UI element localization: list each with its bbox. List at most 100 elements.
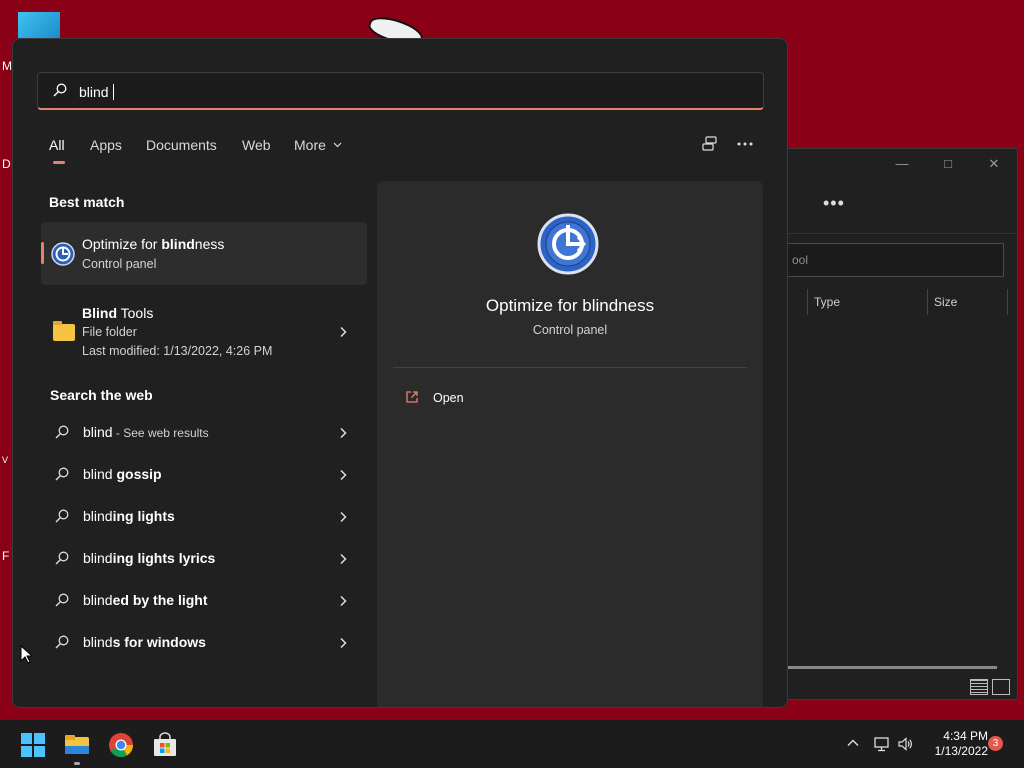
web-result-row[interactable]: blinding lights <box>41 497 367 537</box>
file-explorer-icon[interactable] <box>64 732 90 758</box>
web-result-row[interactable]: blinds for windows <box>41 623 367 663</box>
clock-time: 4:34 PM <box>943 729 988 743</box>
tab-documents[interactable]: Documents <box>146 137 217 153</box>
web-result-plain: blind <box>83 466 113 482</box>
search-query: blind <box>79 84 109 100</box>
close-icon[interactable]: ✕ <box>971 149 1017 179</box>
search-icon <box>55 467 69 481</box>
search-icon <box>55 635 69 649</box>
best-match-subtitle: Control panel <box>82 257 157 271</box>
chevron-right-icon[interactable] <box>337 637 349 649</box>
column-separator[interactable] <box>927 289 928 315</box>
folder-title-suffix: Tools <box>117 305 154 321</box>
web-result-row[interactable]: blind gossip <box>41 455 367 495</box>
more-options-icon[interactable]: ••• <box>823 193 845 214</box>
column-separator[interactable] <box>1007 289 1008 315</box>
web-result-rest: ed by the light <box>112 592 208 608</box>
preview-title: Optimize for blindness <box>485 296 655 315</box>
best-match-title-prefix: Optimize for <box>82 236 162 252</box>
mouse-cursor-icon <box>20 645 34 664</box>
preview-pane: Optimize for blindness Control panel Ope… <box>377 181 763 707</box>
folder-result-modified: Last modified: 1/13/2022, 4:26 PM <box>82 344 273 358</box>
text-caret <box>112 84 114 100</box>
tab-more[interactable]: More <box>294 137 342 153</box>
desktop-label-fragment: M <box>2 59 12 73</box>
tab-all[interactable]: All <box>49 137 65 153</box>
volume-icon[interactable] <box>897 736 913 752</box>
chevron-right-icon[interactable] <box>337 326 349 338</box>
chevron-right-icon[interactable] <box>337 595 349 607</box>
best-match-title: Optimize for blindness <box>82 236 224 252</box>
file-explorer-window[interactable]: — □ ✕ ••• ool Type Size <box>785 148 1019 700</box>
desktop-label-fragment: F <box>2 549 10 563</box>
folder-result-title: Blind Tools <box>82 305 153 321</box>
web-result-text: blinding lights lyrics <box>83 550 215 566</box>
chevron-right-icon[interactable] <box>337 469 349 481</box>
network-icon[interactable] <box>873 736 891 752</box>
chevron-right-icon[interactable] <box>337 427 349 439</box>
best-match-title-bold: blind <box>161 236 195 252</box>
search-icon <box>53 83 67 97</box>
web-result-row[interactable]: blind - See web results <box>41 413 367 453</box>
selection-accent <box>41 242 44 264</box>
web-result-rest: ing lights <box>112 508 175 524</box>
web-result-text: blind gossip <box>83 466 162 482</box>
ease-of-access-icon <box>537 213 599 275</box>
web-result-text: blinded by the light <box>83 592 207 608</box>
preview-subtitle: Control panel <box>532 323 608 337</box>
explorer-search-input[interactable]: ool <box>785 243 1004 277</box>
search-icon <box>55 551 69 565</box>
column-header-type[interactable]: Type <box>814 295 840 309</box>
folder-title-bold: Blind <box>82 305 117 321</box>
section-title-search-web: Search the web <box>50 387 153 403</box>
open-external-icon[interactable] <box>405 390 419 404</box>
web-result-row[interactable]: blinded by the light <box>41 581 367 621</box>
preview-divider <box>393 367 747 368</box>
horizontal-scrollbar[interactable] <box>787 666 997 669</box>
clock-date: 1/13/2022 <box>934 744 988 758</box>
column-separator[interactable] <box>807 289 808 315</box>
section-title-best-match: Best match <box>49 194 125 210</box>
minimize-icon[interactable]: — <box>879 149 925 179</box>
web-result-sub: - See web results <box>112 426 209 440</box>
search-box[interactable]: blind <box>37 72 764 110</box>
web-result-text: blinds for windows <box>83 634 206 650</box>
search-input[interactable]: blind <box>79 84 114 100</box>
explorer-divider <box>787 233 1017 234</box>
web-result-rest: ing lights lyrics <box>112 550 216 566</box>
tab-more-label: More <box>294 137 326 153</box>
search-icon <box>55 509 69 523</box>
chevron-right-icon[interactable] <box>337 511 349 523</box>
explorer-column-headers: Type Size <box>787 289 1019 315</box>
ease-of-access-icon <box>51 242 75 266</box>
best-match-result[interactable]: Optimize for blindness Control panel <box>41 222 367 285</box>
chrome-icon[interactable] <box>108 732 134 758</box>
web-result-text: blind - See web results <box>83 424 209 440</box>
details-view-icon[interactable] <box>970 679 988 695</box>
search-icon <box>55 593 69 607</box>
web-result-plain: blind <box>83 550 113 566</box>
explorer-caption-bar: — □ ✕ <box>787 149 1017 179</box>
folder-icon <box>53 321 75 341</box>
notification-badge[interactable]: 3 <box>988 736 1003 751</box>
tab-web[interactable]: Web <box>242 137 271 153</box>
system-clock[interactable]: 4:34 PM 1/13/2022 <box>918 729 988 759</box>
folder-result-type: File folder <box>82 325 137 339</box>
more-options-icon[interactable] <box>731 135 759 155</box>
taskbar: 4:34 PM 1/13/2022 3 <box>0 720 1024 768</box>
windows-start-icon[interactable] <box>20 732 46 758</box>
microsoft-store-icon[interactable] <box>152 732 178 758</box>
tiles-view-icon[interactable] <box>992 679 1010 695</box>
web-result-row[interactable]: blinding lights lyrics <box>41 539 367 579</box>
web-result-plain: blind <box>83 508 113 524</box>
maximize-icon[interactable]: □ <box>925 149 971 179</box>
tab-apps[interactable]: Apps <box>90 137 122 153</box>
chevron-up-icon[interactable] <box>846 736 860 750</box>
chevron-right-icon[interactable] <box>337 553 349 565</box>
switch-account-icon[interactable] <box>697 135 725 155</box>
active-tab-indicator <box>53 161 65 164</box>
column-header-size[interactable]: Size <box>934 295 957 309</box>
open-action[interactable]: Open <box>433 391 464 405</box>
chevron-down-icon <box>333 142 342 148</box>
web-result-text: blinding lights <box>83 508 175 524</box>
